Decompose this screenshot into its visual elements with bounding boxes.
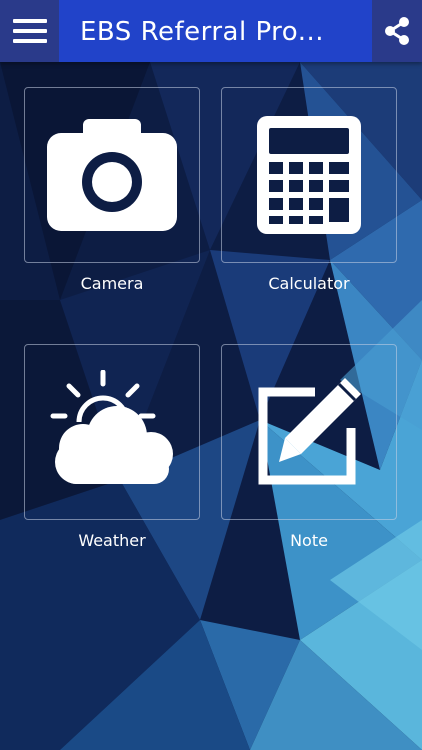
app-title: EBS Referral Pro...: [80, 17, 325, 47]
share-icon: [385, 17, 409, 45]
note-tile[interactable]: [221, 344, 397, 520]
menu-button[interactable]: [0, 0, 59, 62]
calculator-tile[interactable]: [221, 87, 397, 263]
camera-label: Camera: [80, 274, 144, 293]
note-icon: [258, 378, 361, 485]
weather-tile[interactable]: [24, 344, 200, 520]
note-label: Note: [290, 531, 328, 550]
hamburger-menu-icon: [12, 19, 47, 43]
weather-icon: [50, 370, 173, 484]
camera-icon: [47, 119, 177, 231]
calculator-label: Calculator: [268, 274, 350, 293]
share-button[interactable]: [372, 0, 422, 62]
camera-tile[interactable]: [24, 87, 200, 263]
weather-label: Weather: [78, 531, 146, 550]
app-bar: EBS Referral Pro...: [0, 0, 422, 62]
calculator-icon: [257, 116, 361, 234]
